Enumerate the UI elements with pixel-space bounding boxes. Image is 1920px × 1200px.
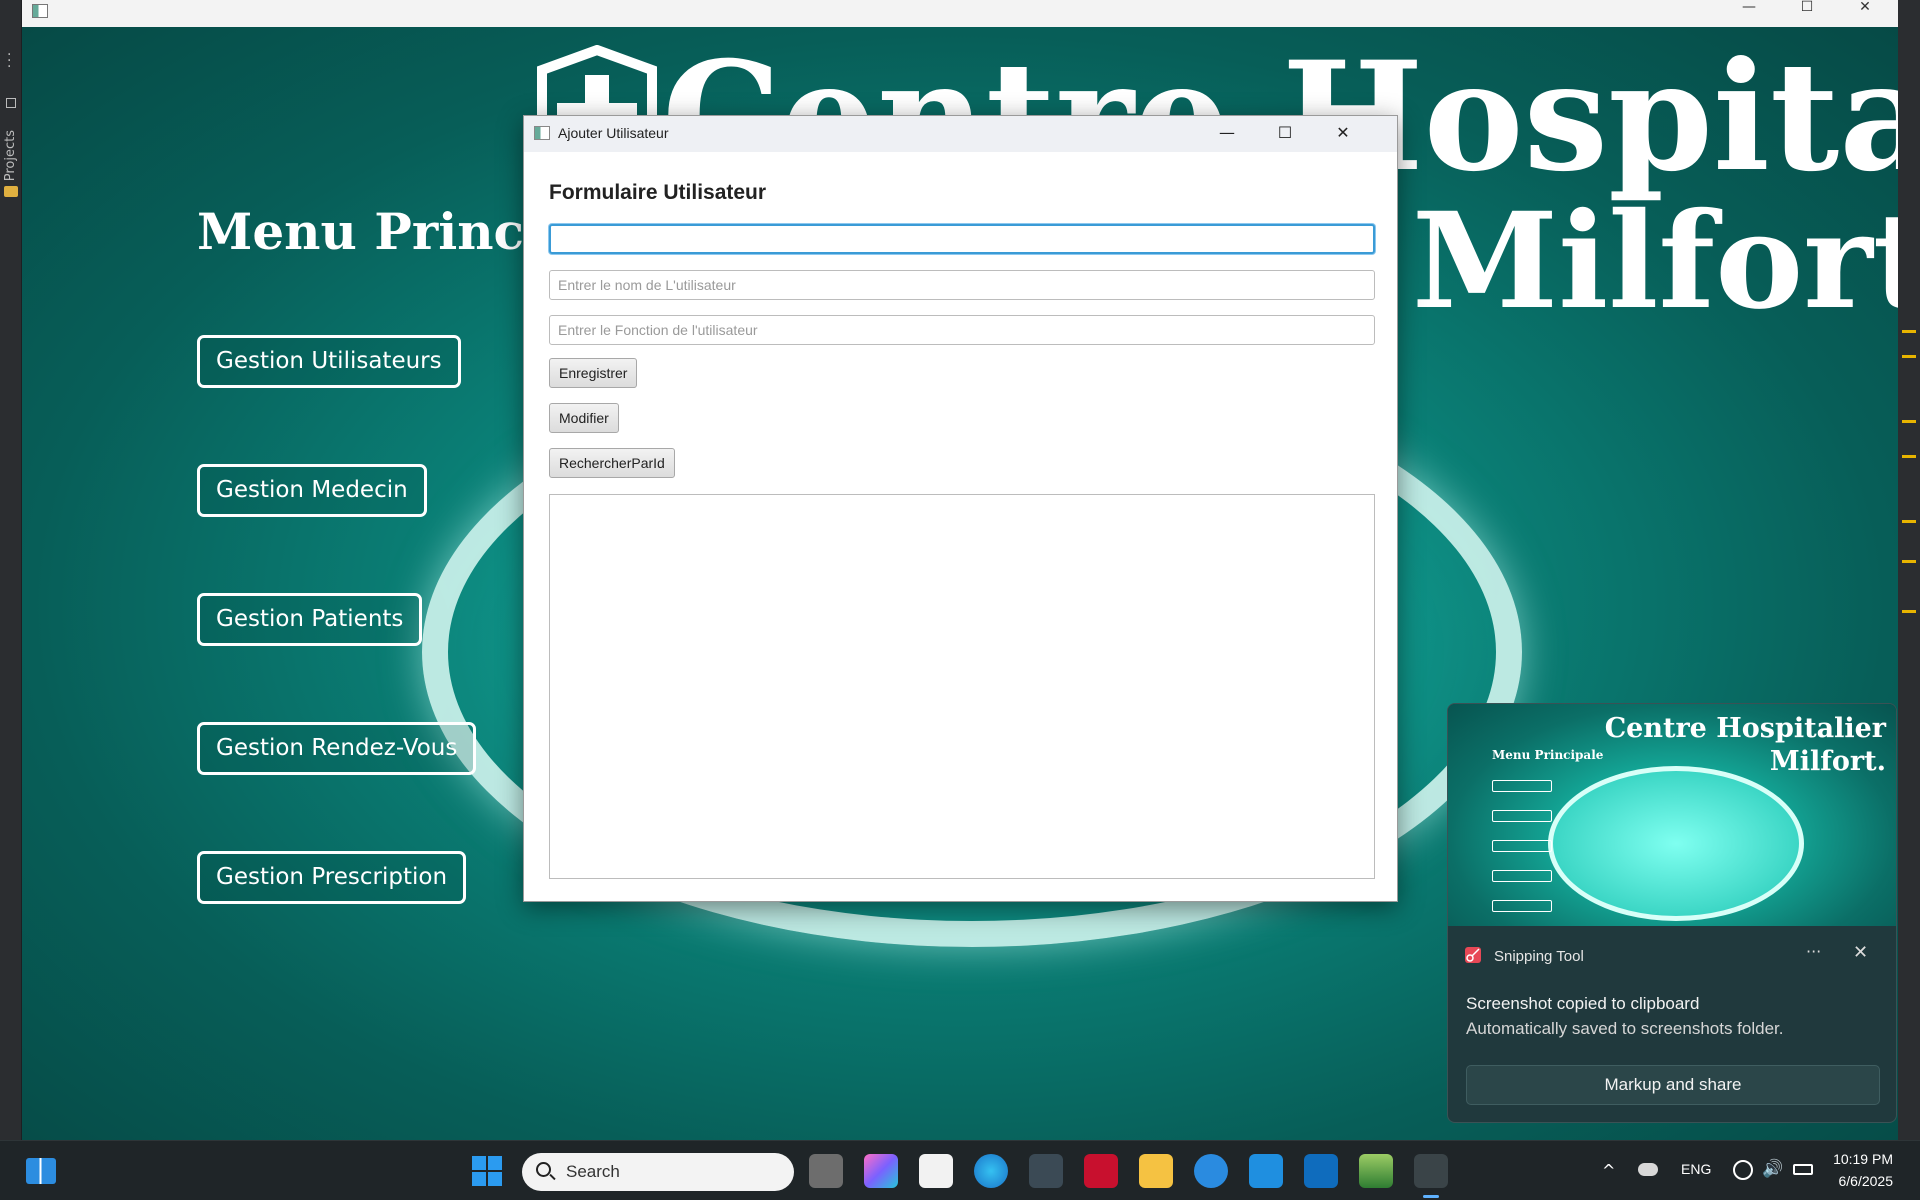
ide-more-icon[interactable]: · · · [7,48,11,74]
snipping-tool-notification[interactable]: Centre Hospitalier Milfort. Menu Princip… [1447,703,1897,1123]
start-button[interactable] [472,1156,502,1186]
search-label: Search [566,1162,620,1181]
ide-right-toolbar [1898,0,1920,1140]
ide-marker-icon [1902,355,1916,358]
preview-menu-title: Menu Principale [1492,748,1604,762]
preview-title: Centre Hospitalier Milfort. [1605,712,1886,778]
user-function-input[interactable] [549,315,1375,345]
clock-time[interactable]: 10:19 PM [1833,1151,1893,1167]
dialog-maximize-button[interactable]: ☐ [1256,116,1314,152]
tray-chevron-icon[interactable]: ^ [1602,1161,1615,1180]
ide-marker-icon [1902,420,1916,423]
main-titlebar[interactable]: — ☐ ✕ [22,0,1898,27]
store-icon[interactable] [919,1154,953,1188]
rechercher-par-id-button[interactable]: RechercherParId [549,448,675,478]
ide-marker-icon [1902,520,1916,523]
result-text-area[interactable] [549,494,1375,879]
toast-more-button[interactable]: ··· [1806,942,1821,961]
snipping-tool-icon [1465,947,1481,963]
modifier-button[interactable]: Modifier [549,403,619,433]
close-button[interactable]: ✕ [1836,0,1894,17]
ide-projects-tab[interactable]: Projects [3,130,18,181]
markup-and-share-button[interactable]: Markup and share [1466,1065,1880,1105]
network-icon[interactable] [1733,1160,1753,1180]
toast-app-name: Snipping Tool [1494,948,1584,965]
netbeans-icon[interactable] [1029,1154,1063,1188]
gestion-rendez-vous-button[interactable]: Gestion Rendez-Vous [197,722,477,775]
outlook-icon[interactable] [1304,1154,1338,1188]
preview-menu-button [1492,870,1552,882]
preview-menu-button [1492,840,1552,852]
help-icon[interactable] [1194,1154,1228,1188]
preview-title-line2: Milfort. [1769,746,1886,777]
taskbar-search[interactable]: Search [522,1153,794,1191]
dialog-app-icon [534,126,550,140]
toast-message-body: Automatically saved to screenshots folde… [1466,1019,1784,1038]
dialog-titlebar[interactable]: Ajouter Utilisateur — ☐ ✕ [524,116,1397,152]
gestion-utilisateurs-button[interactable]: Gestion Utilisateurs [197,335,461,388]
folder-icon[interactable] [1139,1154,1173,1188]
hospital-subtitle: Milfort. [1412,184,1898,339]
gestion-medecin-button[interactable]: Gestion Medecin [197,464,427,517]
ide-marker-icon [1902,455,1916,458]
ide-window-icon[interactable] [6,98,16,108]
edge-icon[interactable] [974,1154,1008,1188]
file-explorer-icon[interactable] [809,1154,843,1188]
preview-menu-button [1492,780,1552,792]
dialog-close-button[interactable]: ✕ [1314,116,1372,152]
ide-left-toolbar: · · · Projects [0,0,22,1140]
ide-folder-icon[interactable] [4,186,18,197]
toast-message-title: Screenshot copied to clipboard [1466,994,1700,1013]
widgets-icon[interactable] [26,1158,56,1184]
ajouter-utilisateur-dialog: Ajouter Utilisateur — ☐ ✕ Formulaire Uti… [523,115,1398,902]
preview-title-line1: Centre Hospitalier [1604,713,1886,744]
volume-icon[interactable]: 🔊 [1762,1159,1783,1179]
ide-marker-icon [1902,610,1916,613]
search-icon [536,1162,551,1177]
enregistrer-button[interactable]: Enregistrer [549,358,638,388]
user-id-input[interactable] [549,224,1375,254]
battery-icon[interactable] [1793,1164,1813,1175]
toast-close-button[interactable]: ✕ [1853,942,1868,963]
clock-date[interactable]: 6/6/2025 [1833,1173,1894,1189]
minimize-button[interactable]: — [1720,0,1778,17]
dialog-title: Ajouter Utilisateur [558,125,669,141]
language-indicator[interactable]: ENG [1681,1161,1711,1177]
ide-marker-icon [1902,560,1916,563]
myhp-icon[interactable] [1249,1154,1283,1188]
preview-menu-button [1492,900,1552,912]
gestion-prescription-button[interactable]: Gestion Prescription [197,851,467,904]
gestion-patients-button[interactable]: Gestion Patients [197,593,423,646]
preview-menu-button [1492,810,1552,822]
taskbar: Search ^ ENG 🔊 10:19 PM 6/6/2025 [0,1140,1920,1200]
java-app-icon[interactable] [1414,1154,1448,1198]
dialog-minimize-button[interactable]: — [1198,116,1256,152]
copilot-icon[interactable] [864,1154,898,1188]
app-window-icon [32,4,48,18]
ide-marker-icon [1902,330,1916,333]
onedrive-icon[interactable] [1638,1163,1658,1176]
screenshot-preview[interactable]: Centre Hospitalier Milfort. Menu Princip… [1448,704,1896,926]
preview-emblem [1548,766,1804,921]
app-icon[interactable] [1359,1154,1393,1188]
user-name-input[interactable] [549,270,1375,300]
maximize-button[interactable]: ☐ [1778,0,1836,17]
form-heading: Formulaire Utilisateur [549,181,767,204]
mcafee-icon[interactable] [1084,1154,1118,1188]
